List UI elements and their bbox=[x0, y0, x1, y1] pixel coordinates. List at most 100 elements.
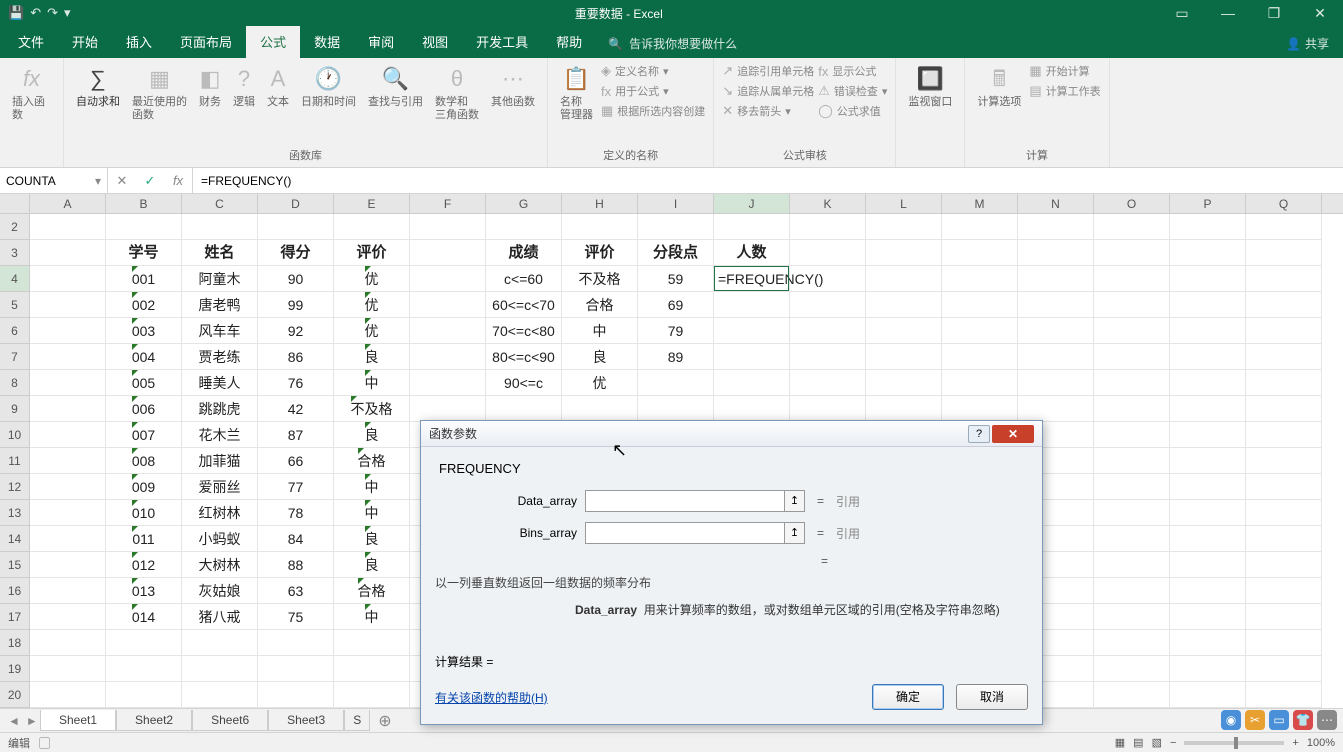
cell-J9[interactable] bbox=[714, 396, 790, 422]
tray-icon[interactable]: ◉ bbox=[1221, 710, 1241, 730]
cell-B6[interactable]: 003 bbox=[106, 318, 182, 344]
cell-N7[interactable] bbox=[1018, 344, 1094, 370]
tab-layout[interactable]: 页面布局 bbox=[166, 26, 246, 58]
cell-H4[interactable]: 不及格 bbox=[562, 266, 638, 292]
share-button[interactable]: 👤 共享 bbox=[1272, 29, 1343, 58]
cell-Q10[interactable] bbox=[1246, 422, 1322, 448]
cell-H7[interactable]: 良 bbox=[562, 344, 638, 370]
cell-A6[interactable] bbox=[30, 318, 106, 344]
cell-E14[interactable]: 良 bbox=[334, 526, 410, 552]
cell-B3[interactable]: 学号 bbox=[106, 240, 182, 266]
cell-P13[interactable] bbox=[1170, 500, 1246, 526]
name-manager-button[interactable]: 📋名称 管理器 bbox=[556, 62, 597, 124]
cell-F9[interactable] bbox=[410, 396, 486, 422]
cell-E12[interactable]: 中 bbox=[334, 474, 410, 500]
cell-Q15[interactable] bbox=[1246, 552, 1322, 578]
cell-P2[interactable] bbox=[1170, 214, 1246, 240]
row-header-10[interactable]: 10 bbox=[0, 422, 29, 448]
cell-C12[interactable]: 爱丽丝 bbox=[182, 474, 258, 500]
cell-Q4[interactable] bbox=[1246, 266, 1322, 292]
cell-K5[interactable] bbox=[790, 292, 866, 318]
cell-B18[interactable] bbox=[106, 630, 182, 656]
cell-B4[interactable]: 001 bbox=[106, 266, 182, 292]
zoom-slider[interactable] bbox=[1184, 741, 1284, 745]
watch-window-button[interactable]: 🔲监视窗口 bbox=[904, 62, 956, 111]
cell-E2[interactable] bbox=[334, 214, 410, 240]
cell-L9[interactable] bbox=[866, 396, 942, 422]
cell-C17[interactable]: 猪八戒 bbox=[182, 604, 258, 630]
calc-now-button[interactable]: ▦开始计算 bbox=[1029, 62, 1100, 80]
cell-K3[interactable] bbox=[790, 240, 866, 266]
name-box-input[interactable] bbox=[6, 174, 76, 188]
cell-B17[interactable]: 014 bbox=[106, 604, 182, 630]
cell-C9[interactable]: 跳跳虎 bbox=[182, 396, 258, 422]
cell-L8[interactable] bbox=[866, 370, 942, 396]
tell-me-search[interactable]: 🔍 告诉我你想要做什么 bbox=[596, 29, 749, 58]
cell-N9[interactable] bbox=[1018, 396, 1094, 422]
cell-C7[interactable]: 贾老练 bbox=[182, 344, 258, 370]
cell-O7[interactable] bbox=[1094, 344, 1170, 370]
cell-E16[interactable]: 合格 bbox=[334, 578, 410, 604]
macro-record-icon[interactable]: ▢ bbox=[39, 738, 50, 750]
cell-H3[interactable]: 评价 bbox=[562, 240, 638, 266]
cell-J4[interactable]: =FREQUENCY() bbox=[714, 266, 790, 292]
cell-E8[interactable]: 中 bbox=[334, 370, 410, 396]
cell-O17[interactable] bbox=[1094, 604, 1170, 630]
formula-input[interactable] bbox=[201, 174, 1335, 188]
dialog-titlebar[interactable]: 函数参数 ? ✕ bbox=[421, 421, 1042, 447]
cell-C5[interactable]: 唐老鸭 bbox=[182, 292, 258, 318]
use-in-formula-button[interactable]: fx用于公式 ▾ bbox=[601, 82, 705, 100]
zoom-in-icon[interactable]: + bbox=[1292, 737, 1298, 749]
cell-C4[interactable]: 阿童木 bbox=[182, 266, 258, 292]
cell-O12[interactable] bbox=[1094, 474, 1170, 500]
column-header-K[interactable]: K bbox=[790, 194, 866, 213]
cell-O14[interactable] bbox=[1094, 526, 1170, 552]
row-header-20[interactable]: 20 bbox=[0, 682, 29, 708]
cell-I8[interactable] bbox=[638, 370, 714, 396]
cell-K4[interactable] bbox=[790, 266, 866, 292]
cancel-button[interactable]: 取消 bbox=[956, 684, 1028, 710]
dialog-help-icon[interactable]: ? bbox=[968, 425, 990, 443]
cell-O2[interactable] bbox=[1094, 214, 1170, 240]
math-button[interactable]: θ数学和 三角函数 bbox=[431, 62, 483, 124]
sheet-tab-2[interactable]: Sheet2 bbox=[116, 710, 192, 731]
cell-O3[interactable] bbox=[1094, 240, 1170, 266]
cell-Q16[interactable] bbox=[1246, 578, 1322, 604]
cell-P12[interactable] bbox=[1170, 474, 1246, 500]
cell-P11[interactable] bbox=[1170, 448, 1246, 474]
view-normal-icon[interactable]: ▦ bbox=[1115, 736, 1125, 749]
fx-icon[interactable]: fx bbox=[164, 173, 192, 188]
cell-B14[interactable]: 011 bbox=[106, 526, 182, 552]
cell-G7[interactable]: 80<=c<90 bbox=[486, 344, 562, 370]
cell-Q12[interactable] bbox=[1246, 474, 1322, 500]
error-check-button[interactable]: ⚠错误检查 ▾ bbox=[818, 82, 887, 100]
cell-K8[interactable] bbox=[790, 370, 866, 396]
cell-E3[interactable]: 评价 bbox=[334, 240, 410, 266]
cell-C10[interactable]: 花木兰 bbox=[182, 422, 258, 448]
name-box[interactable]: ▾ bbox=[0, 168, 108, 193]
define-name-button[interactable]: ◈定义名称 ▾ bbox=[601, 62, 705, 80]
row-header-2[interactable]: 2 bbox=[0, 214, 29, 240]
cell-B2[interactable] bbox=[106, 214, 182, 240]
cell-D10[interactable]: 87 bbox=[258, 422, 334, 448]
sheet-tab-4[interactable]: Sheet3 bbox=[268, 710, 344, 731]
select-all-corner[interactable] bbox=[0, 194, 30, 214]
cell-B10[interactable]: 007 bbox=[106, 422, 182, 448]
cell-B5[interactable]: 002 bbox=[106, 292, 182, 318]
cell-Q2[interactable] bbox=[1246, 214, 1322, 240]
cell-M2[interactable] bbox=[942, 214, 1018, 240]
cell-M4[interactable] bbox=[942, 266, 1018, 292]
row-header-14[interactable]: 14 bbox=[0, 526, 29, 552]
cell-Q11[interactable] bbox=[1246, 448, 1322, 474]
cell-A15[interactable] bbox=[30, 552, 106, 578]
autosum-button[interactable]: ∑自动求和 bbox=[72, 62, 124, 111]
sheet-prev-icon[interactable]: ◄ bbox=[8, 714, 20, 728]
cell-A14[interactable] bbox=[30, 526, 106, 552]
column-header-N[interactable]: N bbox=[1018, 194, 1094, 213]
cell-A19[interactable] bbox=[30, 656, 106, 682]
cell-A12[interactable] bbox=[30, 474, 106, 500]
column-header-I[interactable]: I bbox=[638, 194, 714, 213]
financial-button[interactable]: ◧财务 bbox=[195, 62, 225, 111]
cell-A3[interactable] bbox=[30, 240, 106, 266]
cell-P20[interactable] bbox=[1170, 682, 1246, 708]
